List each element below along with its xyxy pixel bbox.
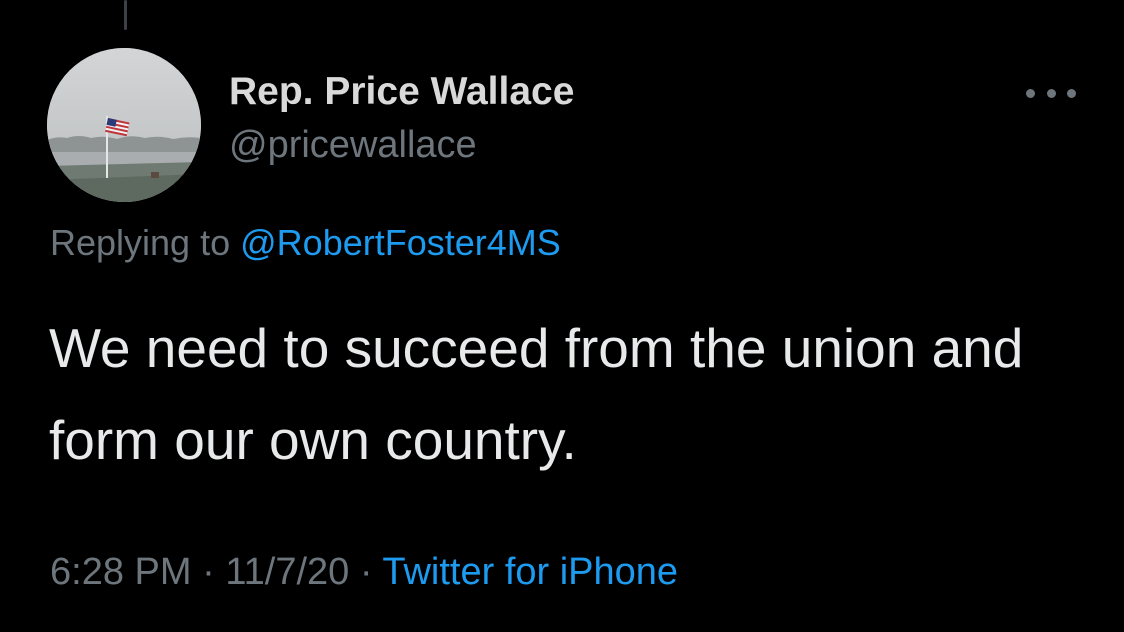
reply-context: Replying to @RobertFoster4MS [50,222,561,264]
meta-separator: · [359,551,373,593]
tweet-text: We need to succeed from the union and fo… [49,317,1024,471]
tweet-time[interactable]: 6:28 PM [50,551,192,593]
thread-connector-line [124,0,127,30]
tweet-source-link[interactable]: Twitter for iPhone [382,551,678,593]
avatar-photo-icon [47,48,201,202]
tweet-metadata: 6:28 PM · 11/7/20 · Twitter for iPhone [50,551,678,594]
author-handle[interactable]: @pricewallace [229,124,477,167]
more-horizontal-icon-dot [1067,88,1076,98]
author-display-name[interactable]: Rep. Price Wallace [229,70,574,114]
meta-separator: · [202,551,215,593]
reply-prefix: Replying to [50,222,231,263]
avatar[interactable] [47,48,201,202]
more-horizontal-icon [1026,88,1035,98]
tweet-date[interactable]: 11/7/20 [225,551,349,593]
more-horizontal-icon-dot [1046,88,1056,98]
more-options-button[interactable] [1026,80,1076,106]
reply-mention-link[interactable]: @RobertFoster4MS [240,222,561,263]
